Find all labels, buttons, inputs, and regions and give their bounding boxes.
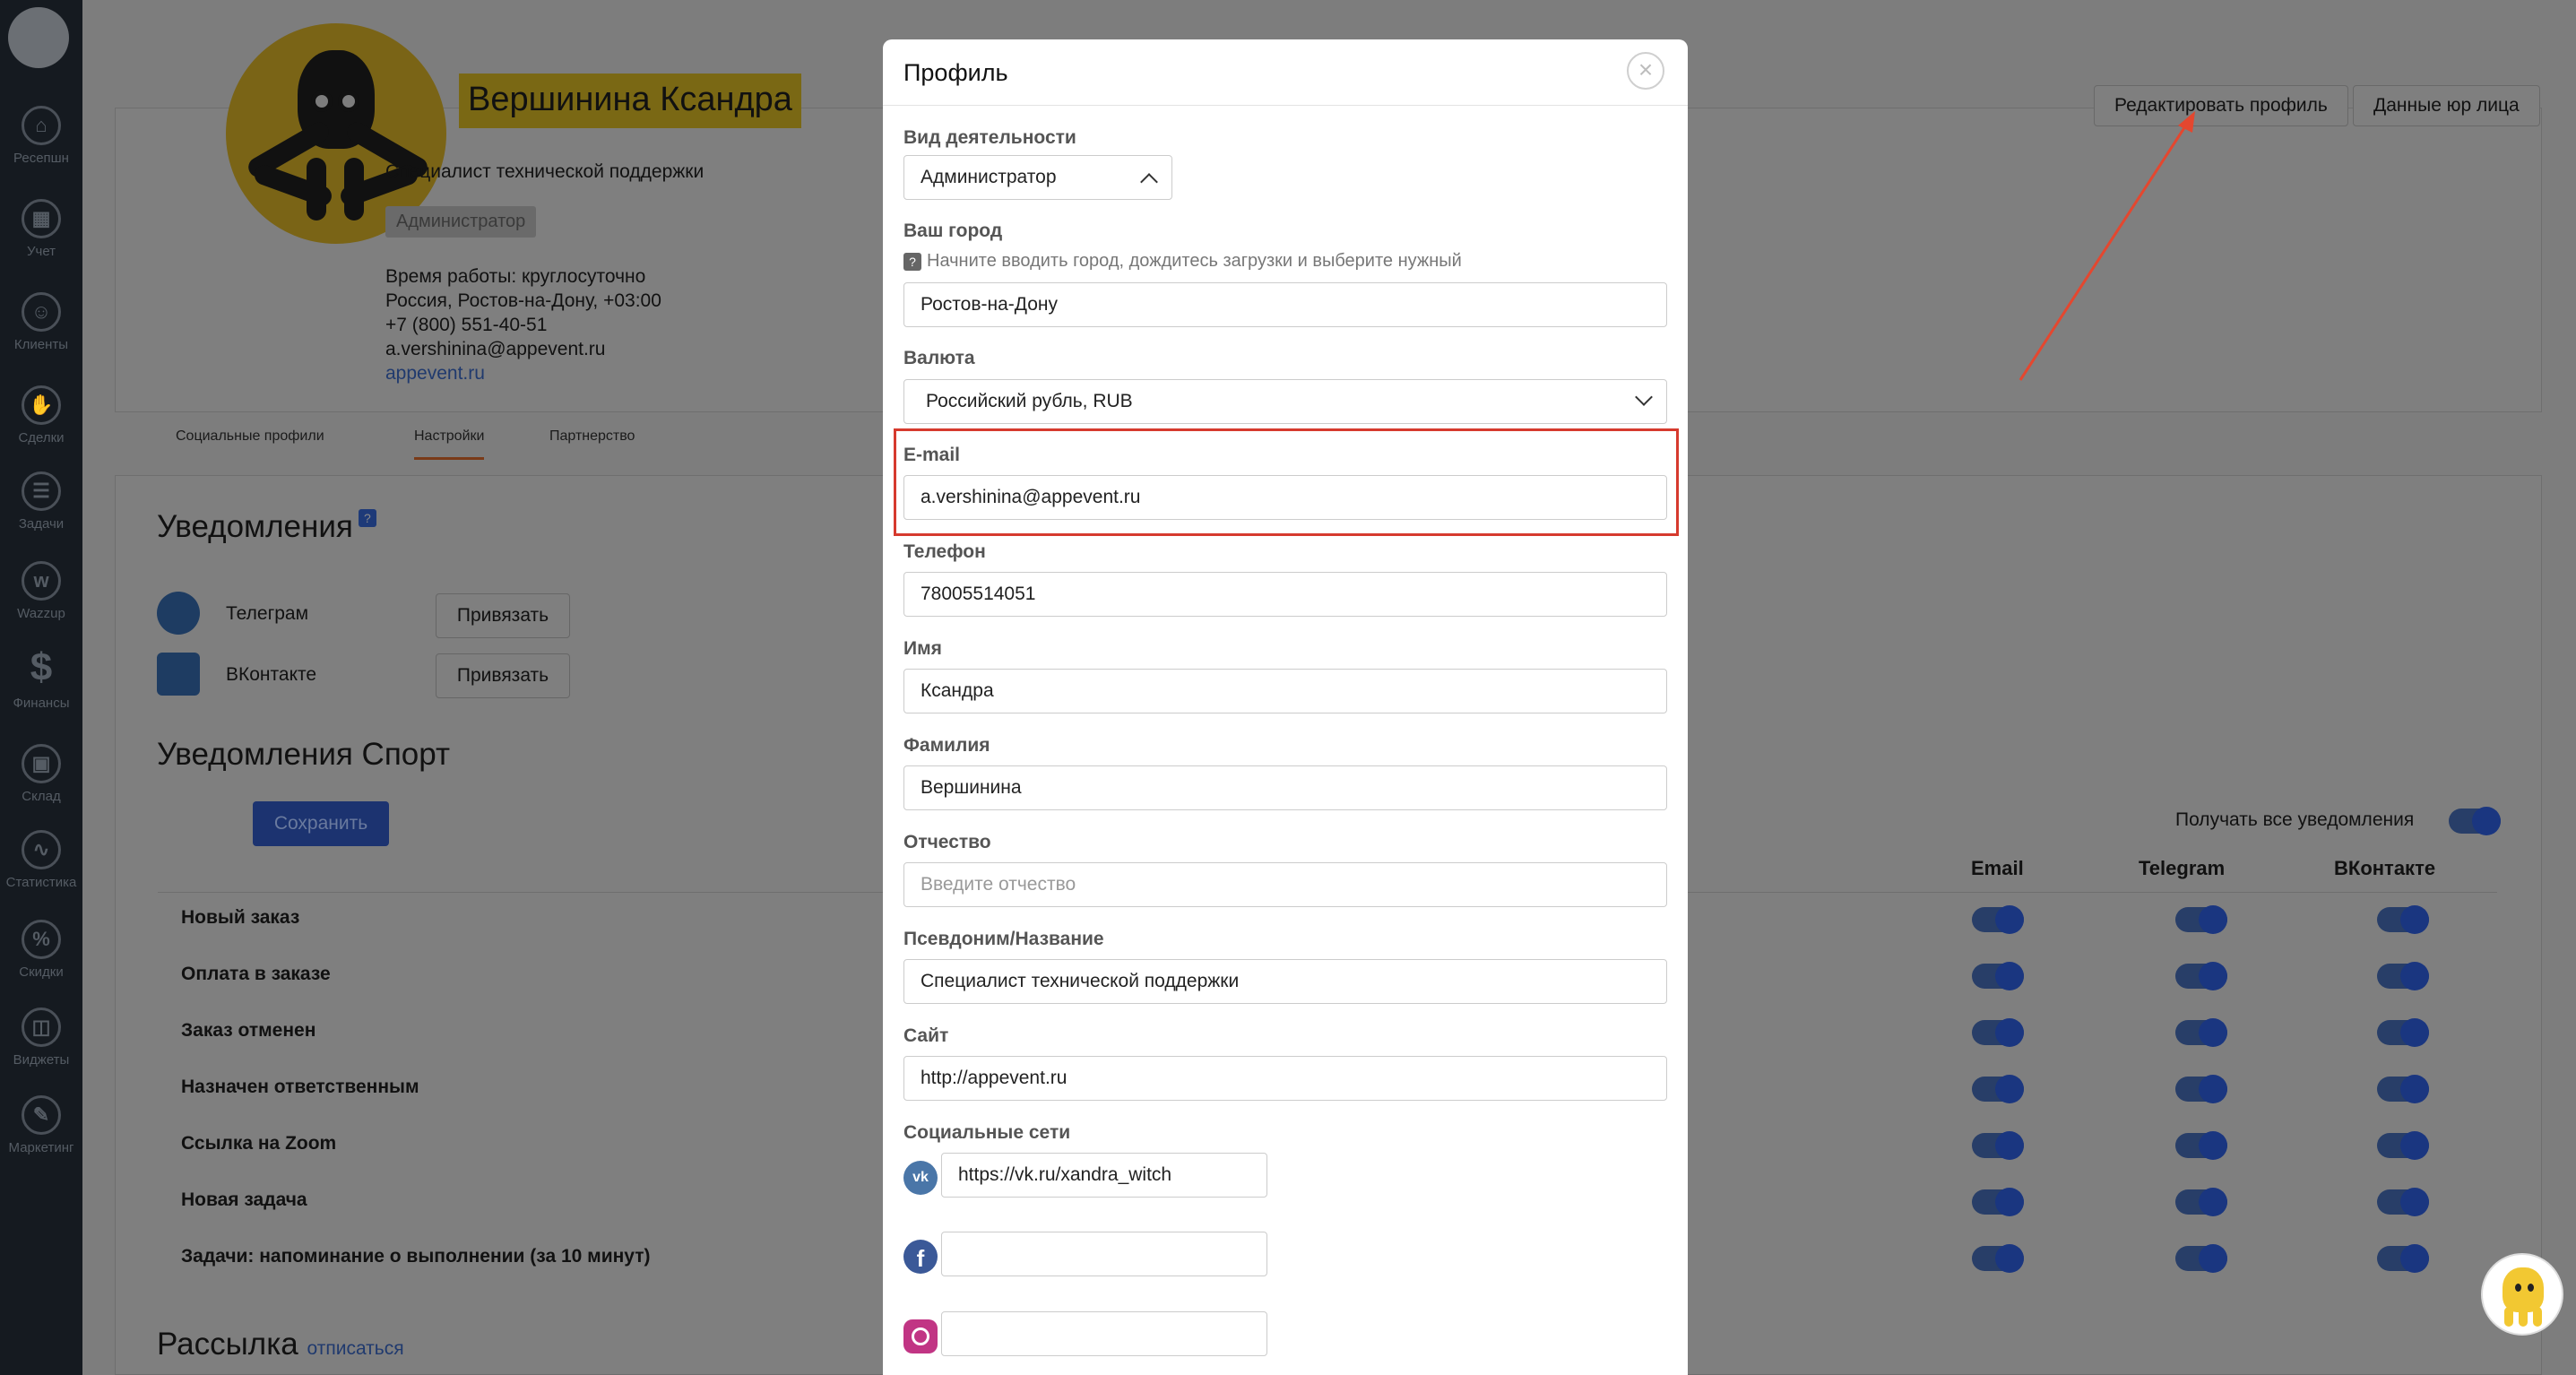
site-field: Сайт http://appevent.ru (903, 1025, 1667, 1101)
mascot-eye (2515, 1284, 2521, 1292)
instagram-icon (903, 1319, 938, 1353)
middle-name-field: Отчество Введите отчество (903, 832, 1667, 907)
middle-name-input[interactable]: Введите отчество (903, 862, 1667, 907)
activity-select[interactable]: Администратор (903, 155, 1172, 200)
activity-field: Вид деятельности Администратор (903, 127, 1172, 200)
mascot-icon (2503, 1267, 2544, 1312)
currency-label: Валюта (903, 348, 975, 368)
first-name-field: Имя Ксандра (903, 638, 1667, 713)
phone-input[interactable]: 78005514051 (903, 572, 1667, 617)
close-icon: × (1638, 56, 1654, 83)
help-icon: ? (903, 252, 921, 271)
activity-label: Вид деятельности (903, 127, 1076, 148)
mascot-leg (2533, 1307, 2542, 1327)
last-name-label: Фамилия (903, 735, 990, 756)
help-chat-button[interactable] (2481, 1253, 2563, 1336)
city-input[interactable]: Ростов-на-Дону (903, 282, 1667, 327)
vk-icon: vk (903, 1161, 938, 1195)
first-name-input[interactable]: Ксандра (903, 669, 1667, 713)
alias-input[interactable]: Специалист технической поддержки (903, 959, 1667, 1004)
alias-label: Псевдоним/Название (903, 929, 1104, 949)
vk-input[interactable]: https://vk.ru/xandra_witch (941, 1153, 1267, 1198)
city-label: Ваш город (903, 221, 1003, 241)
modal-title: Профиль (903, 59, 1008, 86)
chevron-up-icon (1140, 173, 1158, 191)
email-highlight (894, 428, 1679, 536)
modal-header: Профиль × (883, 39, 1688, 106)
city-hint: ? Начните вводить город, дождитесь загруз… (903, 251, 1462, 272)
site-input[interactable]: http://appevent.ru (903, 1056, 1667, 1101)
first-name-label: Имя (903, 638, 942, 659)
city-field: Ваш город ? Начните вводить город, дождит… (903, 221, 1667, 327)
social-label: Социальные сети (903, 1122, 1071, 1143)
facebook-input[interactable] (941, 1232, 1267, 1276)
chevron-down-icon (1635, 388, 1653, 406)
close-button[interactable]: × (1627, 52, 1664, 90)
profile-modal: Профиль × Вид деятельности Администратор… (883, 39, 1688, 1375)
alias-field: Псевдоним/Название Специалист техническо… (903, 929, 1667, 1004)
last-name-input[interactable]: Вершинина (903, 765, 1667, 810)
middle-name-label: Отчество (903, 832, 991, 852)
phone-field: Телефон 78005514051 (903, 541, 1667, 617)
social-field: Социальные сети vk https://vk.ru/xandra_… (903, 1122, 1667, 1373)
last-name-field: Фамилия Вершинина (903, 735, 1667, 810)
mascot-leg (2504, 1307, 2513, 1327)
facebook-icon: f (903, 1240, 938, 1274)
mascot-leg (2519, 1307, 2528, 1327)
mascot-eye (2528, 1284, 2534, 1292)
phone-label: Телефон (903, 541, 986, 562)
currency-field: Валюта Российский рубль, RUB (903, 348, 1667, 424)
currency-select[interactable]: Российский рубль, RUB (903, 379, 1667, 424)
instagram-input[interactable] (941, 1311, 1267, 1356)
site-label: Сайт (903, 1025, 949, 1046)
